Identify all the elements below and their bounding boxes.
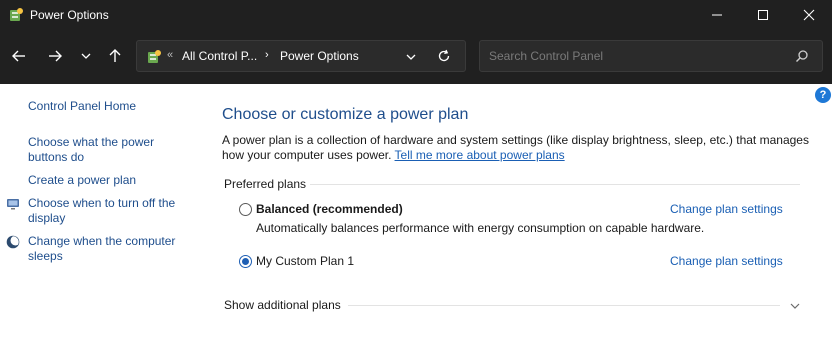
sidebar-item-computer-sleeps[interactable]: Change when the computer sleeps (28, 234, 188, 264)
maximize-icon (758, 10, 768, 20)
up-button[interactable] (103, 43, 127, 69)
task-pane: Control Panel Home Choose what the power… (0, 84, 200, 362)
help-button[interactable]: ? (815, 87, 831, 103)
section-divider (310, 184, 800, 185)
address-bar[interactable]: « All Control P... › Power Options (136, 40, 466, 72)
learn-more-link[interactable]: Tell me more about power plans (395, 148, 565, 162)
recent-locations-button[interactable] (74, 43, 98, 69)
custom-change-settings-link[interactable]: Change plan settings (670, 254, 783, 268)
search-icon[interactable] (795, 49, 809, 63)
close-button[interactable] (786, 0, 832, 30)
address-history-dropdown-icon[interactable] (405, 51, 417, 63)
arrow-left-icon (12, 50, 25, 62)
breadcrumb-separator[interactable]: › (265, 49, 269, 61)
maximize-button[interactable] (740, 0, 786, 30)
display-icon (7, 199, 19, 210)
page-description: A power plan is a collection of hardware… (222, 133, 812, 163)
additional-plans-divider (348, 305, 780, 306)
preferred-plans-label: Preferred plans (224, 177, 307, 191)
sidebar-item-turn-off-display[interactable]: Choose when to turn off the display (28, 196, 188, 226)
search-box[interactable]: Search Control Panel (479, 40, 823, 72)
expand-chevron-icon[interactable] (789, 300, 801, 312)
custom-plan-name[interactable]: My Custom Plan 1 (256, 254, 354, 268)
search-input[interactable]: Search Control Panel (489, 49, 603, 63)
show-additional-plans-label[interactable]: Show additional plans (224, 298, 341, 312)
custom-plan-radio[interactable] (239, 255, 252, 268)
sidebar-item-create-power-plan[interactable]: Create a power plan (28, 173, 136, 188)
minimize-icon (712, 14, 722, 16)
navigation-bar: « All Control P... › Power Options Searc… (0, 30, 832, 84)
back-button[interactable] (7, 43, 31, 69)
sidebar-item-control-panel-home[interactable]: Control Panel Home (28, 99, 136, 114)
balanced-plan-description: Automatically balances performance with … (256, 221, 705, 235)
breadcrumb-all-control-panel[interactable]: All Control P... (182, 49, 257, 63)
address-overflow-chevron[interactable]: « (167, 49, 173, 61)
power-options-app-icon (10, 8, 23, 21)
arrow-up-icon (109, 49, 121, 62)
minimize-button[interactable] (694, 0, 740, 30)
arrow-right-icon (49, 50, 62, 62)
close-icon (803, 9, 815, 21)
window-title: Power Options (30, 8, 109, 22)
sleep-moon-icon (6, 235, 20, 249)
forward-button[interactable] (43, 43, 67, 69)
balanced-plan-radio[interactable] (239, 203, 252, 216)
refresh-icon[interactable] (437, 49, 451, 63)
page-title: Choose or customize a power plan (222, 106, 469, 123)
sidebar-item-power-buttons[interactable]: Choose what the power buttons do (28, 135, 188, 165)
balanced-change-settings-link[interactable]: Change plan settings (670, 202, 783, 216)
chevron-down-icon (81, 53, 91, 59)
balanced-plan-name[interactable]: Balanced (recommended) (256, 202, 403, 216)
breadcrumb-power-options[interactable]: Power Options (280, 49, 359, 63)
power-options-location-icon (148, 50, 161, 63)
title-bar: Power Options (0, 0, 832, 30)
